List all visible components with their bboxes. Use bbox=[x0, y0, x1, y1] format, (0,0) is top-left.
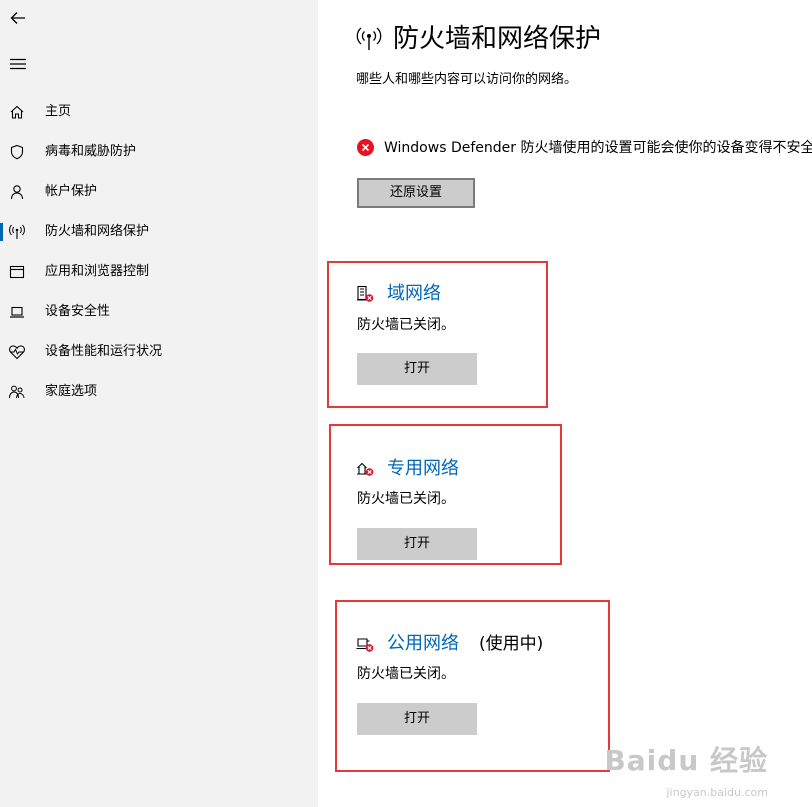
sidebar-item-label: 设备安全性 bbox=[45, 304, 111, 319]
in-use-label: (使用中) bbox=[479, 634, 544, 654]
wireless-icon bbox=[8, 223, 26, 241]
back-button[interactable] bbox=[6, 6, 30, 30]
turn-on-button[interactable]: 打开 bbox=[357, 703, 477, 735]
sidebar-item-account-protection[interactable]: 帐户保护 bbox=[0, 172, 318, 212]
sidebar-item-label: 家庭选项 bbox=[45, 384, 98, 399]
public-network-icon bbox=[356, 638, 374, 652]
sidebar-item-app-browser-control[interactable]: 应用和浏览器控制 bbox=[0, 252, 318, 292]
turn-on-button[interactable]: 打开 bbox=[357, 528, 477, 560]
app-window-icon bbox=[8, 263, 26, 281]
family-icon bbox=[8, 383, 26, 401]
sidebar-item-label: 设备性能和运行状况 bbox=[45, 344, 163, 359]
sidebar-item-label: 防火墙和网络保护 bbox=[45, 224, 150, 239]
restore-settings-button[interactable]: 还原设置 bbox=[357, 178, 475, 208]
back-arrow-icon bbox=[10, 12, 25, 24]
turn-on-button[interactable]: 打开 bbox=[357, 353, 477, 385]
sidebar: 主页 病毒和威胁防护 帐户保护 防火墙和网络保护 应用和浏览器控制 设备安全性 … bbox=[0, 0, 318, 807]
heart-pulse-icon bbox=[8, 343, 26, 361]
hamburger-menu-button[interactable] bbox=[6, 52, 30, 76]
watermark-logo: Baidu 经验 bbox=[604, 744, 768, 777]
private-network-card: 专用网络 防火墙已关闭。 打开 bbox=[329, 424, 562, 565]
wireless-icon bbox=[356, 27, 382, 50]
sidebar-item-device-health[interactable]: 设备性能和运行状况 bbox=[0, 332, 318, 372]
sidebar-item-home[interactable]: 主页 bbox=[0, 92, 318, 132]
sidebar-item-family-options[interactable]: 家庭选项 bbox=[0, 372, 318, 412]
sidebar-item-virus-protection[interactable]: 病毒和威胁防护 bbox=[0, 132, 318, 172]
hamburger-icon bbox=[10, 58, 26, 70]
public-network-link[interactable]: 公用网络 bbox=[387, 631, 459, 657]
sidebar-nav: 主页 病毒和威胁防护 帐户保护 防火墙和网络保护 应用和浏览器控制 设备安全性 … bbox=[0, 92, 318, 412]
domain-network-card: 域网络 防火墙已关闭。 打开 bbox=[327, 261, 548, 408]
shield-icon bbox=[8, 143, 26, 161]
sidebar-item-label: 病毒和威胁防护 bbox=[45, 144, 137, 159]
page-subtitle: 哪些人和哪些内容可以访问你的网络。 bbox=[356, 72, 578, 87]
main-content: 防火墙和网络保护 哪些人和哪些内容可以访问你的网络。 Windows Defen… bbox=[318, 0, 812, 807]
sidebar-item-firewall[interactable]: 防火墙和网络保护 bbox=[0, 212, 318, 252]
sidebar-item-label: 帐户保护 bbox=[45, 184, 98, 199]
public-network-card: 公用网络 (使用中) 防火墙已关闭。 打开 bbox=[335, 600, 610, 772]
sidebar-item-device-security[interactable]: 设备安全性 bbox=[0, 292, 318, 332]
warning-message: Windows Defender 防火墙使用的设置可能会使你的设备变得不安全。 bbox=[384, 140, 812, 156]
firewall-status: 防火墙已关闭。 bbox=[357, 491, 455, 507]
firewall-status: 防火墙已关闭。 bbox=[357, 317, 455, 333]
page-title: 防火墙和网络保护 bbox=[393, 24, 602, 54]
domain-network-link[interactable]: 域网络 bbox=[387, 281, 441, 307]
private-network-link[interactable]: 专用网络 bbox=[387, 456, 459, 482]
domain-network-icon bbox=[357, 285, 374, 302]
sidebar-item-label: 应用和浏览器控制 bbox=[45, 264, 150, 279]
sidebar-item-label: 主页 bbox=[45, 104, 72, 119]
firewall-status: 防火墙已关闭。 bbox=[357, 666, 455, 682]
home-icon bbox=[8, 103, 26, 121]
private-network-icon bbox=[357, 462, 374, 476]
laptop-icon bbox=[8, 303, 26, 321]
error-icon bbox=[357, 139, 374, 156]
person-icon bbox=[8, 183, 26, 201]
watermark-url: jingyan.baidu.com bbox=[666, 786, 768, 799]
